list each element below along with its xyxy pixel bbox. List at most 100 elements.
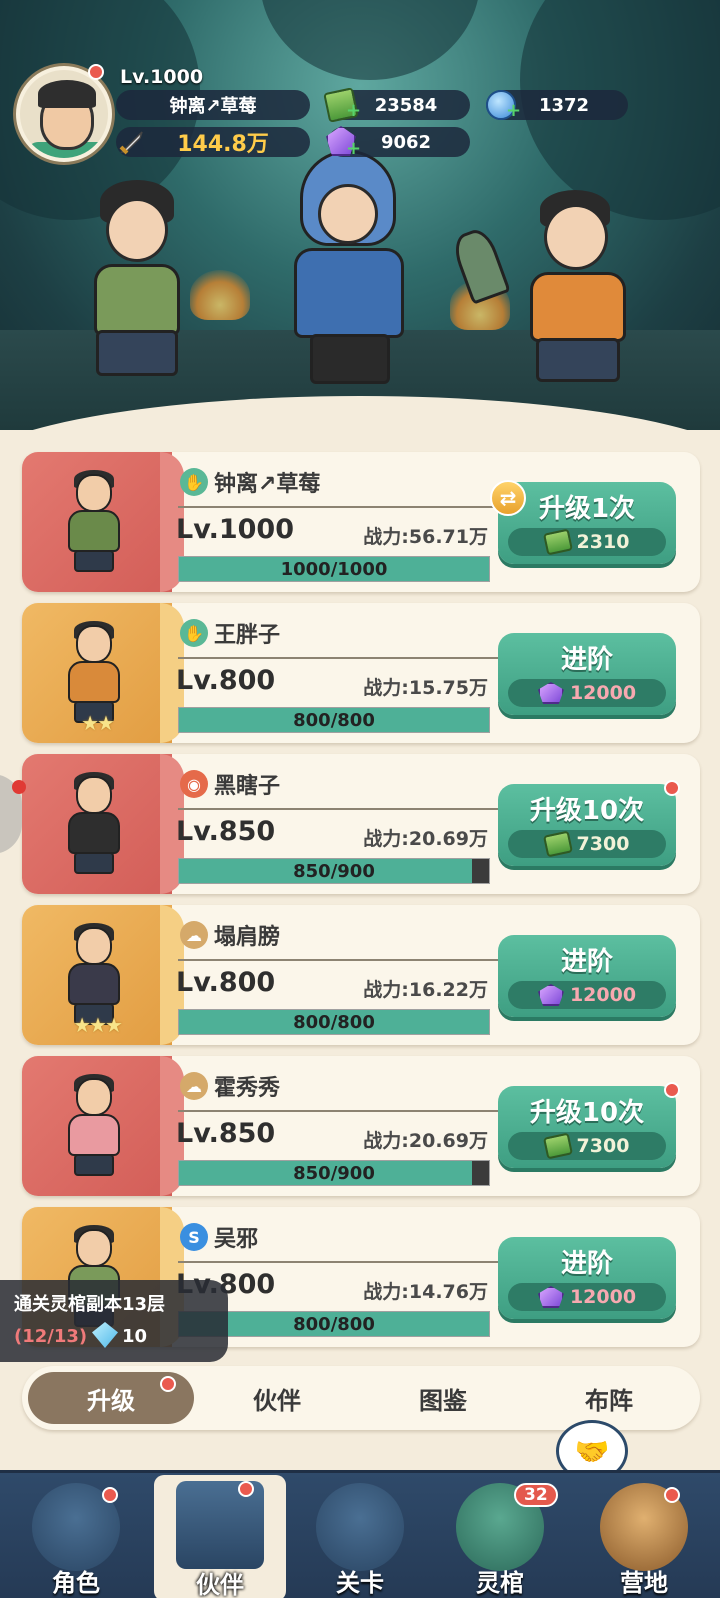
quest-progress: (12/13) — [14, 1326, 88, 1347]
hero-action-label: 进阶 — [560, 645, 613, 675]
hero-action-button[interactable]: 进阶 12000 — [498, 935, 676, 1017]
hero-power: 战力:16.22万 — [363, 979, 488, 1001]
hero-action-cost: 7300 — [508, 1132, 666, 1160]
hero-stars: ★★ — [81, 711, 115, 735]
hero-divider — [178, 959, 512, 961]
hero-power: 战力:56.71万 — [363, 526, 488, 548]
hero-cost-value: 12000 — [569, 1286, 637, 1308]
hero-card[interactable]: ☁ 霍秀秀 Lv.850 战力:20.69万 850/900 升级10次 730… — [22, 1056, 700, 1196]
hero-cost-value: 7300 — [576, 833, 630, 855]
hero-element-icon: ☁ — [180, 921, 208, 949]
subtab-partner[interactable]: 伙伴 — [194, 1372, 360, 1424]
cash-add-icon[interactable]: + — [346, 100, 361, 121]
hero-portrait[interactable] — [22, 452, 184, 592]
hero-action-label: 进阶 — [560, 947, 613, 977]
cash-icon — [542, 830, 573, 858]
hero-name: 霍秀秀 — [214, 1076, 281, 1101]
hero-action-cost: 7300 — [508, 830, 666, 858]
hero-level: Lv.800 — [176, 967, 276, 998]
hero-progress-bar: 800/800 — [178, 1009, 490, 1035]
hero-action-button[interactable]: 升级10次 7300 — [498, 784, 676, 866]
hero-action-button[interactable]: 进阶 12000 — [498, 633, 676, 715]
hero-level: Lv.850 — [176, 1118, 276, 1149]
hero-power: 战力:15.75万 — [363, 677, 488, 699]
hero-progress-text: 800/800 — [293, 709, 375, 731]
hero-card[interactable]: ◉ 黑瞎子 Lv.850 战力:20.69万 850/900 升级10次 730… — [22, 754, 700, 894]
hero-action-button[interactable]: 进阶 12000 — [498, 1237, 676, 1319]
subtab-codex[interactable]: 图鉴 — [360, 1372, 526, 1424]
subtab-formation[interactable]: 布阵 — [526, 1372, 692, 1424]
hero-card[interactable]: ★★★ ☁ 塌肩膀 Lv.800 战力:16.22万 800/800 进阶 12… — [22, 905, 700, 1045]
hero-name: 吴邪 — [214, 1227, 259, 1252]
hero-progress-bar: 850/900 — [178, 858, 490, 884]
hero-action-cost: 12000 — [508, 679, 666, 707]
hero-action-label: 升级10次 — [529, 1098, 645, 1128]
gem-icon — [537, 984, 564, 1006]
stage-sword-icon — [316, 1483, 404, 1571]
hero-level: Lv.850 — [176, 816, 276, 847]
hero-action-button[interactable]: 升级10次 7300 — [498, 1086, 676, 1168]
hero-divider — [178, 1110, 512, 1112]
hero-element-icon: ✋ — [180, 619, 208, 647]
gem-icon — [537, 682, 564, 704]
nav-role[interactable]: 角色 — [10, 1483, 142, 1597]
subtab-upgrade-dot — [160, 1376, 176, 1392]
diamond-icon — [92, 1322, 118, 1348]
hero-progress-text: 1000/1000 — [280, 558, 388, 580]
hero-element-icon: ✋ — [180, 468, 208, 496]
hero-level: Lv.1000 — [176, 514, 295, 545]
hero-scene — [0, 0, 720, 430]
quest-title: 通关灵棺副本13层 — [14, 1294, 166, 1315]
nav-partner[interactable]: 伙伴 — [154, 1475, 286, 1598]
nav-role-dot — [102, 1487, 118, 1503]
hero-name: 王胖子 — [214, 623, 281, 648]
avatar-notification-dot — [88, 64, 104, 80]
hero-sprite — [52, 1074, 138, 1178]
hero-action-dot — [664, 780, 680, 796]
hero-element-icon: S — [180, 1223, 208, 1251]
hero-power: 战力:20.69万 — [363, 828, 488, 850]
hero-action-label: 升级10次 — [529, 796, 645, 826]
hero-cost-value: 7300 — [576, 1135, 630, 1157]
hero-cost-value: 12000 — [569, 984, 637, 1006]
hero-portrait[interactable]: ★★★ — [22, 905, 184, 1045]
nav-coffin-label: 灵棺 — [476, 1569, 524, 1597]
hero-progress-bar: 1000/1000 — [178, 556, 490, 582]
nav-partner-label: 伙伴 — [196, 1571, 244, 1598]
nav-coffin[interactable]: 灵棺 32 — [434, 1483, 566, 1597]
hero-divider — [178, 657, 512, 659]
sword-icon — [119, 131, 143, 155]
hero-sprite — [52, 470, 138, 574]
gem-icon — [537, 1286, 564, 1308]
hero-cost-value: 12000 — [569, 682, 637, 704]
hero-portrait[interactable] — [22, 1056, 184, 1196]
hero-card[interactable]: ✋ 钟离↗草莓 Lv.1000 战力:56.71万 1000/1000 升级1次… — [22, 452, 700, 592]
hero-figure-right — [449, 190, 680, 390]
hero-divider — [178, 506, 512, 508]
gem-value: 9062 — [380, 131, 432, 153]
hero-progress-text: 850/900 — [293, 860, 375, 882]
quest-reward: 10 — [122, 1326, 148, 1347]
player-avatar[interactable] — [16, 66, 112, 162]
hero-power: 战力:20.69万 — [363, 1130, 488, 1152]
hero-divider — [178, 1261, 512, 1263]
hero-portrait[interactable]: ★★ — [22, 603, 184, 743]
power-value: 144.8万 — [177, 132, 269, 157]
hero-sprite — [52, 923, 138, 1027]
hero-card[interactable]: ★★ ✋ 王胖子 Lv.800 战力:15.75万 800/800 进阶 120… — [22, 603, 700, 743]
orb-value: 1372 — [538, 94, 590, 116]
nav-stage[interactable]: 关卡 — [294, 1483, 426, 1597]
gem-add-icon[interactable]: + — [346, 138, 361, 159]
quest-tracker[interactable]: 通关灵棺副本13层 (12/13) 10 — [0, 1280, 228, 1362]
orb-add-icon[interactable]: + — [506, 100, 521, 121]
hero-portrait[interactable] — [22, 754, 184, 894]
swap-icon[interactable]: ⇄ — [490, 480, 526, 516]
hero-name: 钟离↗草莓 — [214, 472, 321, 497]
nav-camp[interactable]: 营地 — [578, 1483, 710, 1597]
cash-icon — [542, 528, 573, 556]
nav-camp-label: 营地 — [620, 1569, 668, 1597]
hero-progress-text: 850/900 — [293, 1162, 375, 1184]
hero-action-cost: 2310 — [508, 528, 666, 556]
hero-action-label: 进阶 — [560, 1249, 613, 1279]
cash-icon — [542, 1132, 573, 1160]
